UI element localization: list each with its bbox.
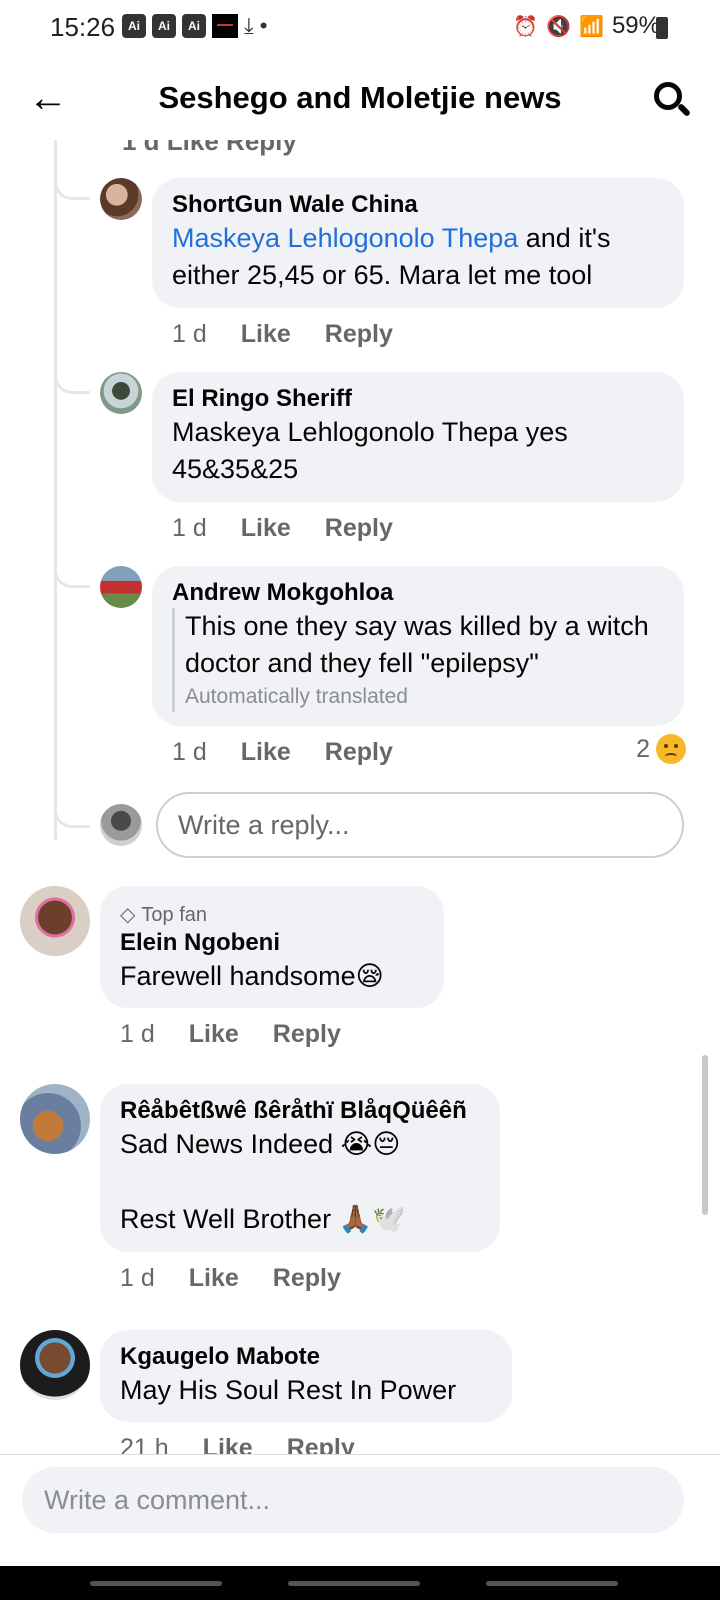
comment-time: 1 d: [120, 1264, 155, 1292]
diamond-icon: ◇: [120, 904, 136, 926]
avatar: [100, 804, 142, 846]
comment-text: Maskeya Lehlogonolo Thepa yes 45&35&25: [172, 417, 568, 484]
reaction-summary[interactable]: 2: [636, 734, 686, 764]
comment-bubble[interactable]: ◇ Top fan Elein Ngobeni Farewell handsome…: [100, 886, 444, 1008]
comment-author[interactable]: El Ringo Sheriff: [172, 384, 664, 414]
comment-time: 1 d: [172, 738, 207, 766]
like-button[interactable]: Like: [241, 738, 291, 767]
cut-off-actions: 1 d Like Reply: [122, 140, 297, 156]
status-time: 15:26: [50, 12, 116, 42]
comment-text-line2: Rest Well Brother 🙏🏾🕊️: [120, 1204, 406, 1234]
comment-time: 1 d: [120, 1020, 155, 1048]
comment-text: This one they say was killed by a witch …: [185, 611, 649, 678]
system-icons: ⏰ 🔇 📶 59%: [513, 12, 660, 40]
comment-actions: 1 d Like Reply: [120, 1264, 341, 1293]
battery-percent: 59%: [611, 12, 660, 39]
ai-badge-icon: Ai: [182, 14, 206, 38]
wifi-icon: 📶: [579, 15, 604, 38]
mention-link[interactable]: Maskeya Lehlogonolo Thepa: [172, 223, 518, 253]
scrollbar[interactable]: [702, 1055, 708, 1215]
avatar[interactable]: [100, 372, 142, 414]
comment-author[interactable]: ShortGun Wale China: [172, 190, 664, 220]
avatar[interactable]: [100, 178, 142, 220]
battery-icon: [656, 17, 668, 39]
reply-bubble[interactable]: El Ringo Sheriff Maskeya Lehlogonolo The…: [152, 372, 684, 502]
comment-time: 1 d: [172, 514, 207, 542]
thread-connector: [54, 180, 90, 200]
home-button[interactable]: [288, 1581, 420, 1586]
comment-author[interactable]: Andrew Mokgohloa: [172, 578, 664, 608]
mute-icon: 🔇: [546, 15, 572, 38]
comment-actions: 1 d Like Reply: [172, 514, 393, 543]
comment-text: May His Soul Rest In Power: [120, 1375, 457, 1405]
page-title: Seshego and Moletjie news: [158, 80, 562, 115]
comment-text-line1: Sad News Indeed 😭😔: [120, 1129, 401, 1159]
comment-author[interactable]: Kgaugelo Mabote: [120, 1342, 492, 1372]
thread-connector: [54, 568, 90, 588]
download-icon: ⤓: [244, 13, 254, 38]
header: ← Seshego and Moletjie news: [0, 60, 720, 140]
sad-reaction-icon: [656, 734, 686, 764]
comment-text: Farewell handsome😪: [120, 961, 384, 991]
avatar[interactable]: [20, 886, 90, 956]
comment-input[interactable]: Write a comment...: [22, 1467, 684, 1533]
app-notification-icon: [212, 14, 238, 38]
recent-apps-button[interactable]: [90, 1581, 222, 1586]
notification-icons: Ai Ai Ai ⤓ •: [122, 14, 267, 38]
translated-block: This one they say was killed by a witch …: [172, 608, 664, 712]
avatar[interactable]: [20, 1084, 90, 1154]
like-button[interactable]: Like: [241, 320, 291, 349]
comment-composer: Write a comment...: [0, 1454, 720, 1566]
avatar[interactable]: [100, 566, 142, 608]
translation-note[interactable]: Automatically translated: [185, 682, 664, 712]
comment-author[interactable]: Rêåbêtßwê ßêråthï BlåqQüêêñ: [120, 1096, 480, 1126]
comment-actions: 1 d Like Reply: [172, 320, 393, 349]
comment-text: Maskeya Lehlogonolo Thepa and it's eithe…: [172, 223, 611, 290]
reply-button[interactable]: Reply: [325, 514, 393, 543]
alarm-icon: ⏰: [513, 15, 539, 38]
ai-badge-icon: Ai: [152, 14, 176, 38]
reply-button[interactable]: Reply: [273, 1020, 341, 1049]
reply-input[interactable]: Write a reply...: [156, 792, 684, 858]
like-button[interactable]: Like: [189, 1264, 239, 1293]
comment-actions: 1 d Like Reply: [172, 738, 393, 767]
thread-connector: [54, 808, 90, 828]
comment-bubble[interactable]: Rêåbêtßwê ßêråthï BlåqQüêêñ Sad News Ind…: [100, 1084, 500, 1252]
comment-actions: 1 d Like Reply: [120, 1020, 341, 1049]
top-fan-badge: ◇ Top fan: [120, 904, 207, 926]
reply-button[interactable]: Reply: [273, 1264, 341, 1293]
reply-button[interactable]: Reply: [325, 738, 393, 767]
comment-bubble[interactable]: Kgaugelo Mabote May His Soul Rest In Pow…: [100, 1330, 512, 1422]
thread-connector: [54, 374, 90, 394]
status-bar: 15:26 Ai Ai Ai ⤓ • ⏰ 🔇 📶 59%: [0, 0, 720, 56]
navigation-bar: [0, 1566, 720, 1600]
back-button[interactable]: [486, 1581, 618, 1586]
comment-time: 1 d: [172, 320, 207, 348]
like-button[interactable]: Like: [241, 514, 291, 543]
thread-line: [54, 140, 57, 840]
like-button[interactable]: Like: [189, 1020, 239, 1049]
reply-bubble[interactable]: ShortGun Wale China Maskeya Lehlogonolo …: [152, 178, 684, 308]
reaction-count: 2: [636, 734, 650, 763]
reply-button[interactable]: Reply: [325, 320, 393, 349]
search-icon[interactable]: [650, 78, 694, 122]
ai-badge-icon: Ai: [122, 14, 146, 38]
reply-bubble[interactable]: Andrew Mokgohloa This one they say was k…: [152, 566, 684, 726]
dot-icon: •: [259, 13, 268, 38]
avatar[interactable]: [20, 1330, 90, 1400]
comment-author[interactable]: Elein Ngobeni: [120, 928, 424, 958]
comments-feed[interactable]: 1 d Like Reply ShortGun Wale China Maske…: [0, 140, 720, 1480]
